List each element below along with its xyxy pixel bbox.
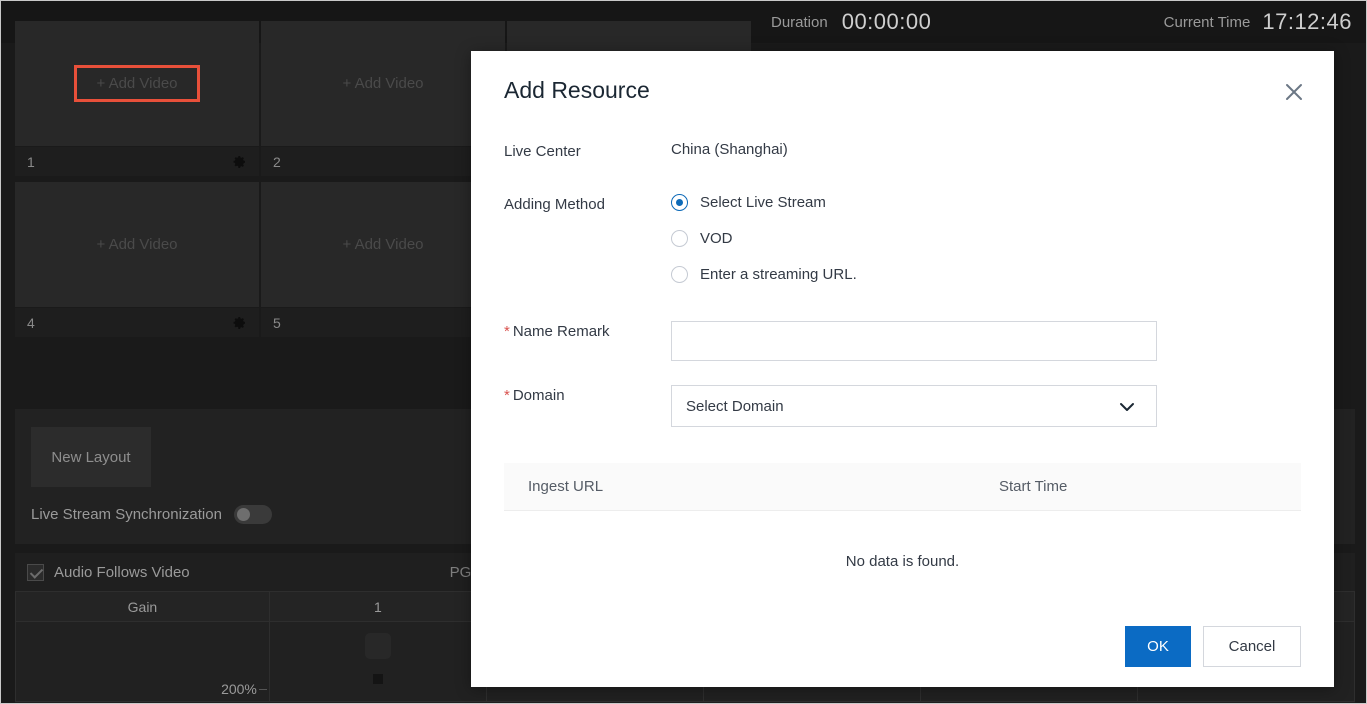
video-tile-4-footer: 4 <box>15 307 259 337</box>
domain-label: * Domain <box>504 385 671 404</box>
video-tile-1-footer: 1 <box>15 146 259 176</box>
add-resource-dialog: Add Resource Live Center China (Shanghai… <box>471 51 1334 687</box>
adding-method-label: Adding Method <box>504 196 605 213</box>
ingest-url-table: Ingest URL Start Time No data is found. <box>504 463 1301 611</box>
domain-label-text: Domain <box>512 387 565 404</box>
radio-label-vod: VOD <box>700 230 733 247</box>
live-stream-sync-toggle[interactable] <box>233 505 272 524</box>
add-video-button-4[interactable]: + Add Video <box>74 226 199 263</box>
headphone-icon[interactable] <box>364 633 391 659</box>
name-remark-input[interactable] <box>671 321 1157 361</box>
adding-method-radio-group: Select Live Stream VOD Enter a streaming… <box>671 194 857 283</box>
empty-state-message: No data is found. <box>845 552 960 570</box>
video-tile-1-number: 1 <box>27 153 35 170</box>
dialog-footer: OK Cancel <box>1125 626 1301 667</box>
radio-streaming-url[interactable]: Enter a streaming URL. <box>671 266 857 283</box>
video-tile-2[interactable]: + Add Video 2 <box>261 21 505 176</box>
add-video-button-2[interactable]: + Add Video <box>320 65 445 102</box>
audio-channel-cell-1[interactable] <box>268 621 487 702</box>
ok-button[interactable]: OK <box>1125 626 1191 667</box>
new-layout-button[interactable]: New Layout <box>31 427 151 487</box>
live-center-row: Live Center China (Shanghai) <box>504 141 788 160</box>
radio-icon-selected[interactable] <box>671 194 688 211</box>
radio-select-live-stream[interactable]: Select Live Stream <box>671 194 857 211</box>
column-start-time: Start Time <box>999 478 1068 495</box>
video-tile-4-number: 4 <box>27 314 35 331</box>
close-icon[interactable] <box>1281 79 1307 105</box>
video-tile-2-number: 2 <box>273 153 281 170</box>
video-tile-1-body[interactable]: + Add Video <box>15 21 259 146</box>
audio-follows-video-label: Audio Follows Video <box>54 563 190 581</box>
domain-select[interactable]: Select Domain <box>671 385 1157 427</box>
domain-select-value: Select Domain <box>686 397 784 415</box>
video-tile-5-number: 5 <box>273 314 281 331</box>
audio-col-gain: Gain <box>15 591 270 622</box>
gear-icon[interactable] <box>231 315 247 331</box>
video-tile-5[interactable]: + Add Video 5 <box>261 182 505 337</box>
cancel-button[interactable]: Cancel <box>1203 626 1301 667</box>
column-ingest-url: Ingest URL <box>528 478 604 495</box>
audio-col-1: 1 <box>268 591 487 622</box>
video-tile-5-body[interactable]: + Add Video <box>261 182 505 307</box>
video-tile-2-footer: 2 <box>261 146 505 176</box>
live-center-label: Live Center <box>504 143 581 160</box>
name-remark-label: * Name Remark <box>504 321 671 340</box>
radio-label-select-live-stream: Select Live Stream <box>700 194 826 211</box>
video-tile-1[interactable]: + Add Video 1 <box>15 21 259 176</box>
domain-row: * Domain Select Domain <box>504 385 1157 427</box>
required-asterisk: * <box>504 387 510 404</box>
video-tile-4-body[interactable]: + Add Video <box>15 182 259 307</box>
add-video-button-5[interactable]: + Add Video <box>320 226 445 263</box>
radio-icon[interactable] <box>671 266 688 283</box>
radio-icon[interactable] <box>671 230 688 247</box>
live-center-value: China (Shanghai) <box>671 141 788 158</box>
mute-button[interactable] <box>372 674 383 684</box>
gain-value: 200% <box>221 681 257 697</box>
radio-vod[interactable]: VOD <box>671 230 857 247</box>
ingest-table-header: Ingest URL Start Time <box>504 463 1301 511</box>
video-tile-5-footer: 5 <box>261 307 505 337</box>
chevron-down-icon <box>1116 396 1138 423</box>
video-tile-4[interactable]: + Add Video 4 <box>15 182 259 337</box>
adding-method-row: Adding Method Select Live Stream VOD Ent… <box>504 194 857 283</box>
dialog-title: Add Resource <box>504 77 650 103</box>
name-remark-label-text: Name Remark <box>512 323 610 340</box>
gain-tick-mark <box>258 689 267 690</box>
app-root: Duration 00:00:00 Current Time 17:12:46 … <box>0 0 1367 704</box>
audio-gain-cell[interactable]: 200% <box>15 621 270 702</box>
add-video-button-1[interactable]: + Add Video <box>74 65 200 102</box>
live-stream-sync-label: Live Stream Synchronization <box>31 506 222 523</box>
audio-follows-video-checkbox[interactable] <box>27 563 44 581</box>
name-remark-row: * Name Remark <box>504 321 1157 361</box>
required-asterisk: * <box>504 323 510 340</box>
radio-label-streaming-url: Enter a streaming URL. <box>700 266 857 283</box>
video-tile-2-body[interactable]: + Add Video <box>261 21 505 146</box>
gear-icon[interactable] <box>231 154 247 170</box>
